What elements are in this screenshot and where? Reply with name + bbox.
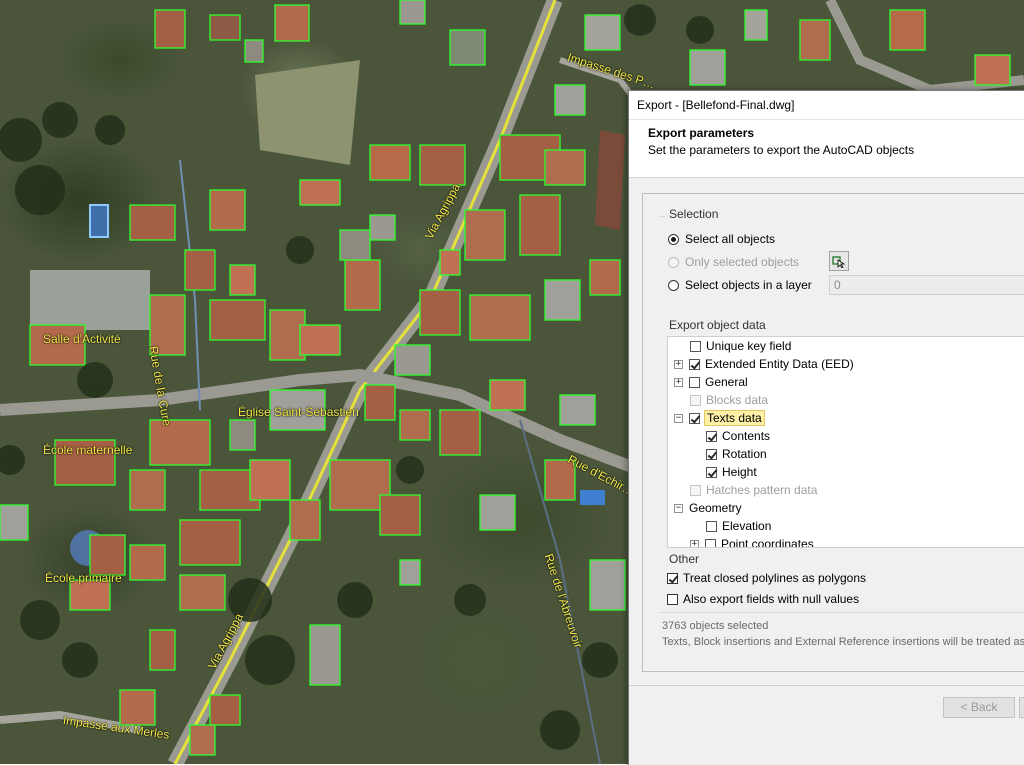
checkbox[interactable] — [706, 520, 717, 532]
open-field — [255, 60, 360, 165]
tree-item-label: Hatches pattern data — [706, 483, 818, 497]
checkbox[interactable] — [689, 358, 700, 370]
checkbox — [690, 484, 701, 496]
option-label: Also export fields with null values — [683, 592, 860, 606]
selection-count: 3763 objects selected — [662, 620, 769, 632]
checkbox[interactable] — [706, 430, 717, 442]
expand-icon[interactable]: + — [690, 539, 699, 547]
insertion-note: Texts, Block insertions and External Ref… — [662, 636, 1024, 648]
radio-label: Select all objects — [685, 232, 776, 246]
radio-button — [668, 256, 679, 268]
tree-item-unique-key[interactable]: Unique key field — [690, 337, 791, 355]
map-label-ecole-primaire: École primaire — [45, 571, 122, 585]
tree-item-label: Blocks data — [706, 393, 769, 407]
tree-item-height[interactable]: Height — [706, 463, 757, 481]
expand-icon[interactable]: + — [674, 359, 683, 369]
map-label-ecole-maternelle: École maternelle — [43, 443, 133, 457]
checkbox[interactable] — [705, 538, 716, 547]
checkbox[interactable] — [689, 412, 700, 424]
tree-item-blocks-data: Blocks data — [690, 391, 768, 409]
radio-only-selected: Only selected objects — [668, 253, 799, 271]
other-group-label: Other — [669, 552, 700, 566]
tree-item-label: Height — [722, 465, 757, 479]
tree-item-elevation[interactable]: Elevation — [706, 517, 771, 535]
checkbox — [690, 394, 701, 406]
dialog-titlebar[interactable]: Export - [Bellefond-Final.dwg] — [629, 91, 1024, 120]
tree-item-geometry[interactable]: − Geometry — [674, 499, 742, 517]
export-dialog: Export - [Bellefond-Final.dwg] Export pa… — [628, 90, 1024, 765]
pick-objects-button[interactable] — [829, 251, 849, 271]
tree-item-contents[interactable]: Contents — [706, 427, 770, 445]
parameters-panel: Selection Select all objects Only select… — [642, 193, 1024, 672]
selection-group-border — [659, 216, 665, 217]
parking-lot — [30, 270, 150, 330]
header-subtitle: Set the parameters to export the AutoCAD… — [648, 143, 915, 157]
dialog-header: Export parameters Set the parameters to … — [629, 120, 1024, 178]
radio-objects-in-layer[interactable]: Select objects in a layer — [668, 276, 812, 294]
object-data-tree[interactable]: Unique key field + Extended Entity Data … — [667, 336, 1024, 548]
radio-button[interactable] — [668, 279, 679, 291]
object-data-group-label: Export object data — [669, 318, 766, 332]
tree-item-label: Texts data — [704, 410, 765, 426]
header-title: Export parameters — [648, 126, 755, 140]
pick-cursor-icon — [832, 256, 846, 268]
radio-label: Only selected objects — [685, 255, 800, 269]
radio-label: Select objects in a layer — [685, 278, 812, 292]
tree-item-general[interactable]: + General — [674, 373, 748, 391]
checkbox[interactable] — [706, 448, 717, 460]
checkbox[interactable] — [667, 593, 678, 605]
radio-button[interactable] — [668, 233, 679, 245]
back-button[interactable]: < Back — [943, 697, 1015, 718]
option-label: Treat closed polylines as polygons — [683, 571, 866, 585]
layer-select[interactable]: 0 — [829, 275, 1024, 295]
checkbox[interactable] — [667, 572, 678, 584]
radio-select-all[interactable]: Select all objects — [668, 230, 775, 248]
tree-item-texts-data[interactable]: − Texts data — [674, 409, 765, 427]
dialog-title: Export - [Bellefond-Final.dwg] — [637, 98, 795, 112]
option-null-values[interactable]: Also export fields with null values — [667, 590, 859, 608]
footer-separator — [629, 685, 1024, 686]
expand-icon[interactable]: + — [674, 377, 683, 387]
selection-group-label: Selection — [669, 207, 719, 221]
tree-item-label: Unique key field — [706, 339, 792, 353]
checkbox[interactable] — [690, 340, 701, 352]
tree-item-label: Point coordinates — [721, 537, 814, 548]
tree-item-eed[interactable]: + Extended Entity Data (EED) — [674, 355, 854, 373]
tree-item-rotation[interactable]: Rotation — [706, 445, 767, 463]
tree-item-label: General — [705, 375, 748, 389]
checkbox[interactable] — [706, 466, 717, 478]
pool — [89, 204, 109, 238]
map-label-salle-activite: Salle d'Activité — [43, 332, 121, 346]
tennis-court — [595, 130, 625, 230]
tree-item-label: Geometry — [689, 501, 742, 515]
option-closed-polylines[interactable]: Treat closed polylines as polygons — [667, 569, 866, 587]
map-label-eglise: Église Saint-Sébastien — [238, 405, 359, 419]
collapse-icon[interactable]: − — [674, 413, 683, 423]
other-separator — [659, 612, 1024, 613]
pool-2 — [580, 490, 605, 505]
checkbox[interactable] — [689, 376, 700, 388]
tree-item-label: Extended Entity Data (EED) — [705, 357, 854, 371]
tree-item-label: Elevation — [722, 519, 772, 533]
tree-item-hatches: Hatches pattern data — [690, 481, 817, 499]
collapse-icon[interactable]: − — [674, 503, 683, 513]
tree-item-label: Rotation — [722, 447, 767, 461]
tree-item-point-coordinates[interactable]: + Point coordinates — [690, 535, 814, 548]
tree-item-label: Contents — [722, 429, 771, 443]
next-button[interactable] — [1019, 697, 1024, 718]
